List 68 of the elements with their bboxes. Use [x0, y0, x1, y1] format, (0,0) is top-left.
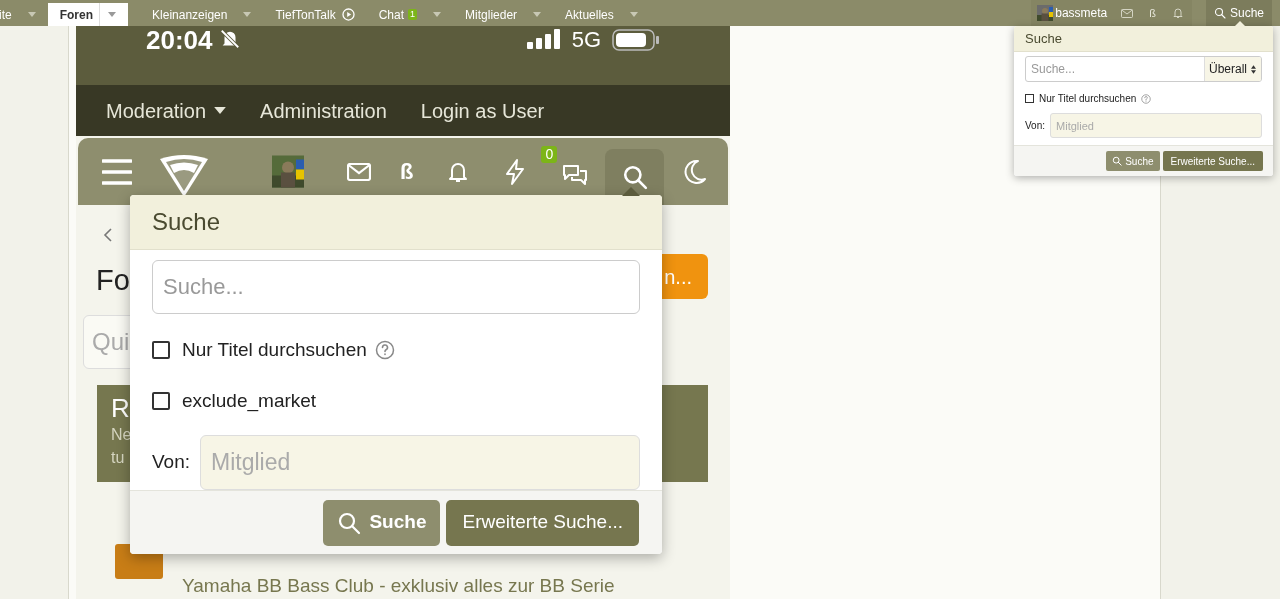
advanced-search-button[interactable]: Erweiterte Suche... — [446, 499, 639, 546]
mod-bar-link[interactable]: Administration — [260, 95, 387, 126]
help-icon[interactable] — [1141, 93, 1152, 104]
caret-icon — [629, 12, 638, 17]
nav-tab[interactable]: ite — [0, 3, 48, 26]
beta-button[interactable]: ß — [400, 155, 414, 188]
nav-tab[interactable]: Foren — [47, 3, 129, 26]
nav-tab[interactable]: TiefTonTalk — [263, 3, 367, 26]
forum-link[interactable]: Yamaha BB Bass Club - exklusiv alles zur BB Serie — [182, 572, 615, 599]
search-icon[interactable] — [337, 510, 362, 535]
search-icon[interactable] — [621, 164, 648, 190]
nav-tab[interactable]: Chat 1 — [366, 3, 454, 26]
checkbox-label: exclude_market — [182, 388, 317, 414]
search-submit-button[interactable]: Suche — [323, 499, 441, 546]
checkbox-label: Nur Titel durchsuchen — [1039, 92, 1137, 106]
signal-icon — [526, 29, 561, 49]
checkbox[interactable] — [152, 391, 170, 410]
search-button[interactable]: Suche — [1205, 0, 1272, 26]
nav-tab[interactable]: Aktuelles — [553, 3, 650, 26]
bolt-icon[interactable] — [505, 158, 526, 185]
moon-icon[interactable] — [682, 158, 707, 185]
popup-title: Suche — [1014, 26, 1273, 52]
caret-icon — [533, 12, 542, 17]
checkbox[interactable] — [1025, 94, 1034, 103]
search-icon[interactable] — [1112, 156, 1123, 166]
help-icon[interactable] — [374, 340, 395, 361]
checkbox-label: Nur Titel durchsuchen — [182, 338, 367, 362]
scope-select[interactable]: Überall — [1204, 57, 1261, 81]
bell-icon[interactable] — [1171, 7, 1184, 19]
popup-title: Suche — [130, 195, 662, 250]
category-description: Ne — [111, 425, 132, 445]
mod-bar-link[interactable]: Moderation — [106, 95, 227, 126]
chevron-left-icon[interactable] — [103, 227, 113, 243]
shield-logo[interactable] — [158, 152, 210, 197]
search-field[interactable]: Suche... Überall — [1025, 56, 1262, 82]
mail-icon[interactable] — [1121, 8, 1134, 18]
member-field[interactable]: Mitglied — [1050, 113, 1262, 138]
battery-icon — [612, 29, 660, 51]
page-title: Fo — [96, 263, 130, 298]
menu-icon[interactable] — [102, 158, 132, 185]
status-time: 20:04 — [146, 26, 213, 54]
mod-bar-link[interactable]: Login as User — [420, 95, 545, 126]
category-description: tu — [111, 448, 125, 468]
search-submit-button[interactable]: Suche — [1106, 151, 1160, 171]
caret-icon — [27, 12, 36, 17]
beta-button[interactable]: ß — [1141, 0, 1164, 26]
nav-tab[interactable]: Kleinanzeigen — [140, 3, 264, 26]
popup-arrow-icon — [622, 187, 640, 196]
checkbox[interactable] — [152, 341, 170, 360]
play-icon — [341, 8, 355, 21]
member-field[interactable]: Mitglied — [200, 435, 640, 490]
advanced-search-button[interactable]: Erweiterte Suche... — [1162, 151, 1263, 171]
caret-icon — [433, 12, 442, 17]
field-label: Von: — [152, 450, 191, 475]
select-arrows-icon — [1251, 64, 1256, 74]
count-badge: 1 — [408, 9, 418, 20]
search-field[interactable]: Suche... — [152, 260, 640, 314]
nav-tab[interactable]: Mitglieder — [453, 3, 554, 26]
count-badge: 0 — [541, 145, 558, 163]
caret-icon — [214, 107, 227, 114]
user-menu-button[interactable]: bassmeta — [1031, 0, 1114, 26]
network-label: 5G — [571, 26, 601, 54]
search-icon[interactable] — [1213, 7, 1226, 19]
popup-arrow-icon — [1234, 21, 1246, 27]
field-label: Von: — [1025, 119, 1046, 133]
category-title: R — [111, 393, 130, 423]
caret-icon — [243, 12, 252, 17]
caret-icon — [108, 12, 117, 17]
